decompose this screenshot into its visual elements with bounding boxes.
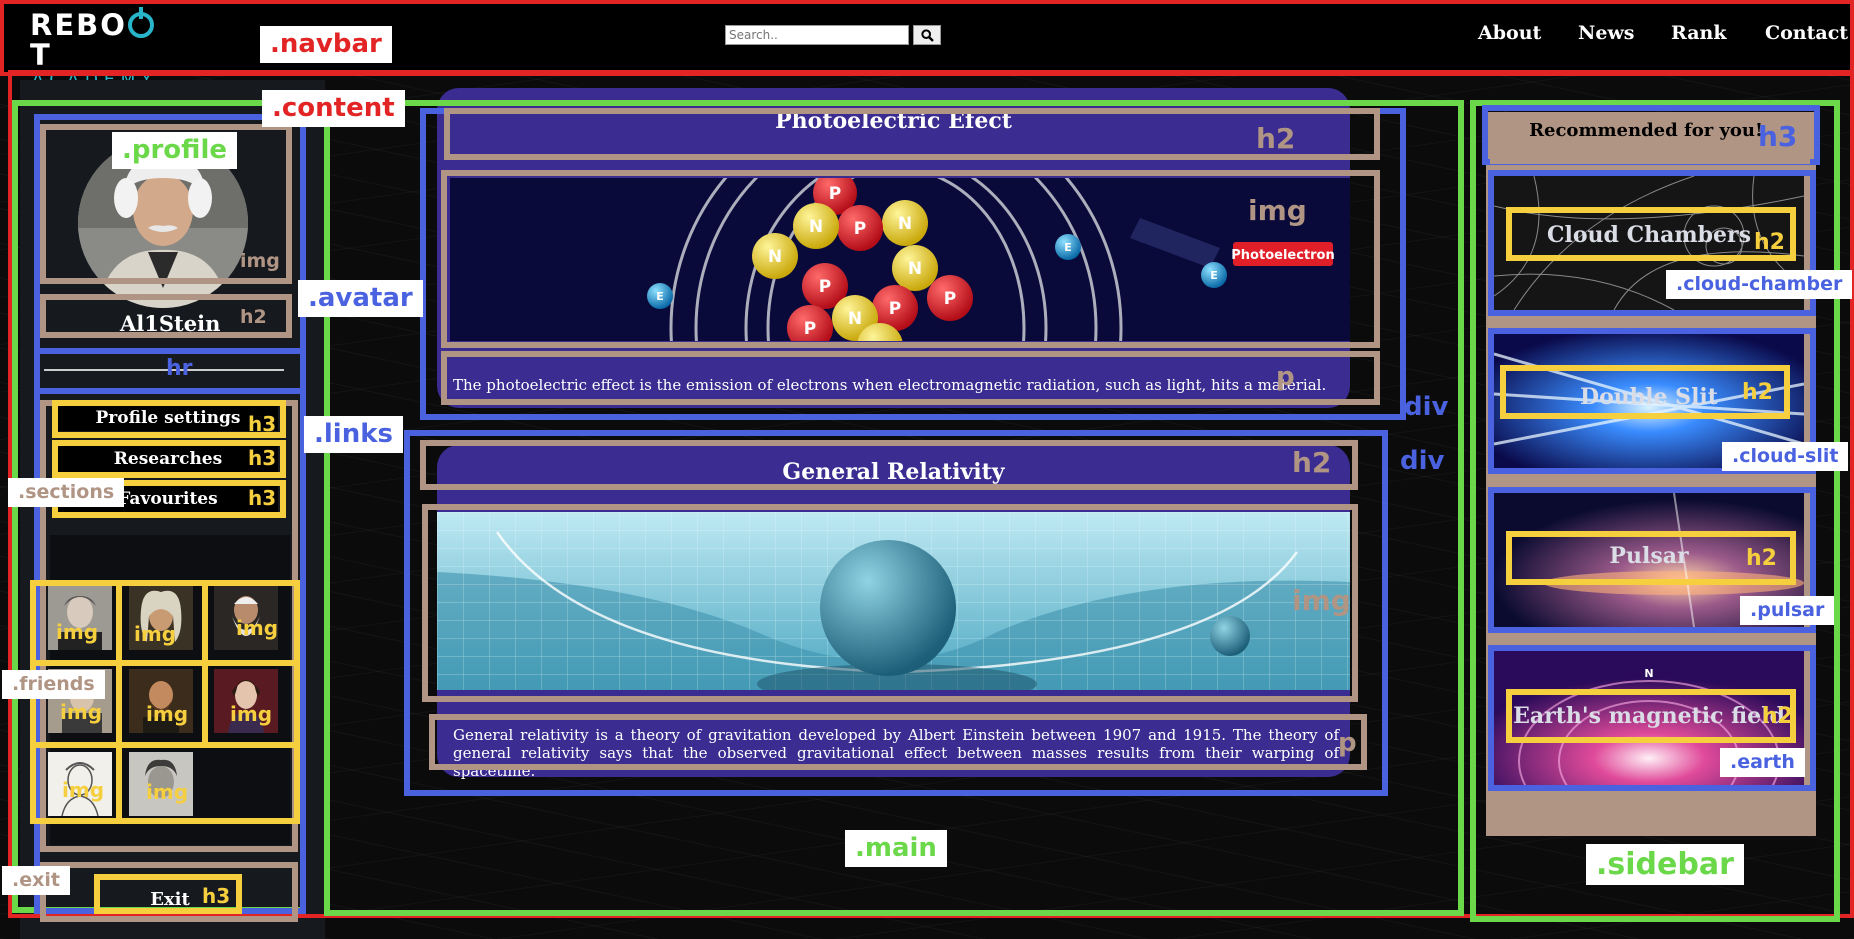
card2-img-outline [422,504,1358,702]
avatar-tag: .avatar [298,280,423,317]
h2-label: h2 [240,306,267,328]
pulsar-tag: .pulsar [1740,596,1835,625]
img-label: img [230,702,273,726]
card1-img-outline [441,170,1380,348]
img-label: img [1292,584,1351,617]
sections-tag: .sections [8,478,125,507]
main-tag: .main [845,830,947,867]
friends-row-divider [30,660,300,666]
page: REBOT ACADEMY About News Rank Contact Al… [0,0,1854,939]
earth-h2-outline [1506,689,1796,743]
h2-label: h2 [1292,446,1332,479]
img-label: img [236,616,279,640]
h2-label: h2 [1742,380,1773,405]
h2-label: h2 [1256,122,1296,155]
card2-h2-outline [420,440,1358,490]
h2-label: h2 [1746,546,1777,571]
div-label: div [1404,392,1449,422]
div-label: div [1400,446,1445,476]
cloud-chamber-tag: .cloud-chamber [1666,270,1853,299]
p-label: p [1338,728,1357,758]
h3-label: h3 [202,884,231,908]
h3-label: h3 [248,486,277,510]
friends-col-divider [116,580,122,824]
img-label: img [56,620,99,644]
p-label: p [1276,362,1295,392]
img-label: img [240,250,280,272]
sidebar-tag: .sidebar [1586,844,1744,885]
card1-p-outline [441,351,1380,405]
earth-tag: .earth [1720,748,1805,777]
cloud-chambers-h2-outline [1506,207,1796,261]
card1-h2-outline [444,108,1380,160]
cloud-slit-tag: .cloud-slit [1722,442,1849,471]
img-label: img [60,700,103,724]
h2-label: h2 [1762,704,1793,729]
friends-tag: .friends [2,670,105,699]
img-label: img [146,702,189,726]
h3-label: h3 [248,412,277,436]
friends-col-divider [202,580,208,744]
h3-label: h3 [248,446,277,470]
hr-label: hr [166,356,193,381]
img-label: img [134,622,177,646]
navbar-tag: .navbar [260,26,392,63]
links-tag: .links [304,416,403,453]
exit-tag: .exit [2,866,70,895]
friends-row-divider [30,742,300,748]
content-tag: .content [262,90,405,127]
card2-p-outline [429,714,1367,770]
h3-label: h3 [1758,120,1798,153]
img-label: img [1248,194,1307,227]
h2-label: h2 [1754,230,1785,255]
profile-tag: .profile [112,132,237,169]
img-label: img [62,778,105,802]
img-label: img [146,780,189,804]
